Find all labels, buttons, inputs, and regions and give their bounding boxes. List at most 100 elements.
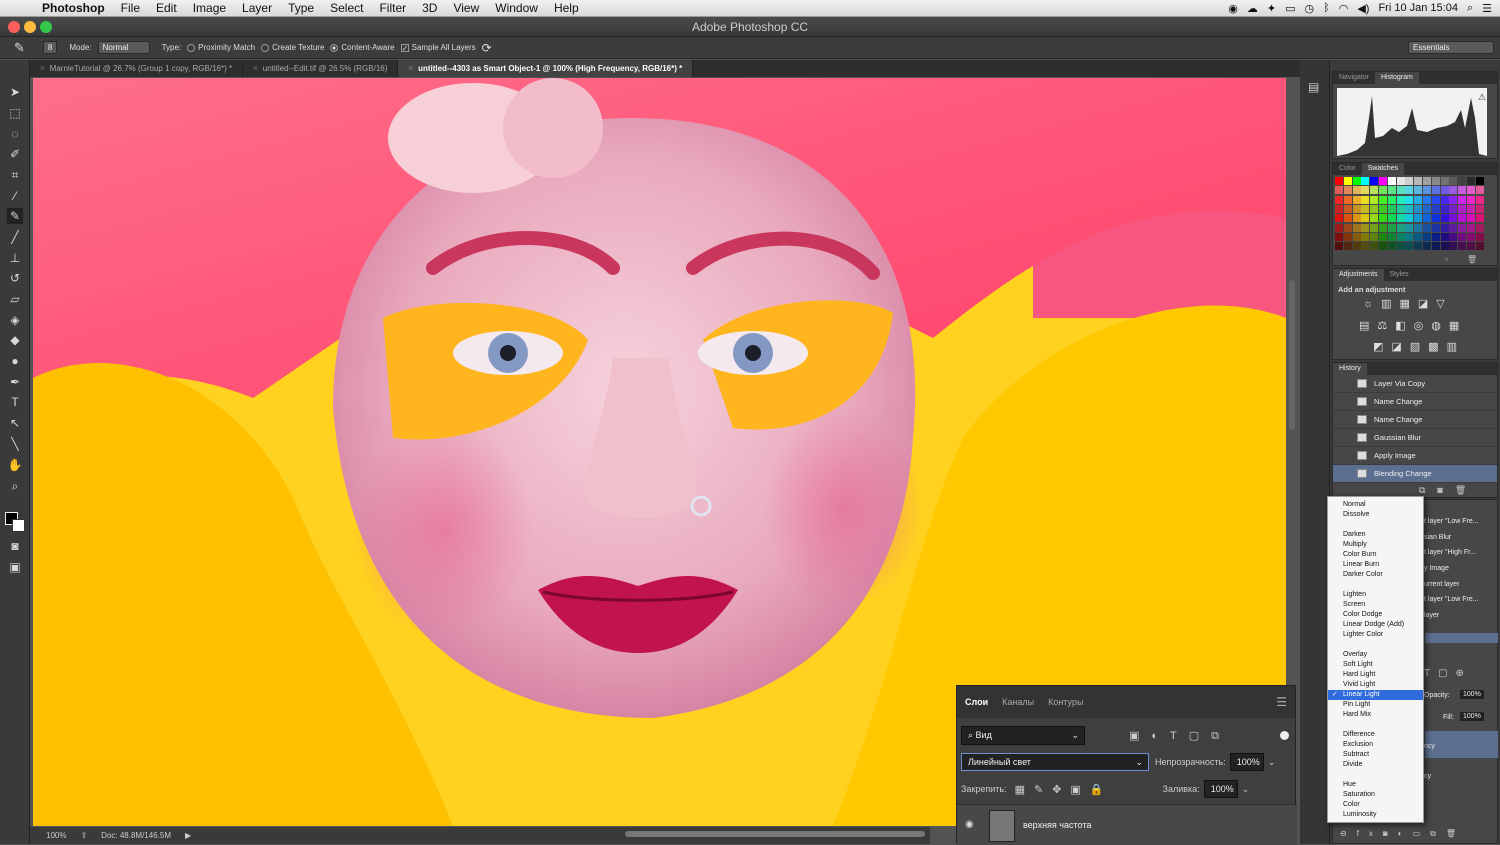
mode-select[interactable]: Normal [97, 41, 150, 54]
new-swatch-icon[interactable]: ▫ [1445, 255, 1448, 264]
swatch[interactable] [1414, 195, 1423, 204]
swatch[interactable] [1379, 223, 1387, 232]
swatch[interactable] [1449, 204, 1458, 213]
clock[interactable]: Fri 10 Jan 15:04 [1378, 2, 1458, 14]
swatch[interactable] [1361, 177, 1370, 185]
swatch[interactable] [1370, 242, 1379, 251]
adjustment-icons-row-1[interactable]: ☼▥▦◪▽ [1363, 297, 1453, 310]
quick-select-tool-icon[interactable]: ✐ [7, 146, 23, 162]
swatch[interactable] [1431, 195, 1440, 204]
swatch[interactable] [1370, 232, 1379, 241]
healing-brush-tool-icon[interactable]: ✎ [14, 40, 25, 56]
swatch[interactable] [1449, 195, 1458, 204]
swatch[interactable] [1440, 195, 1449, 204]
blend-mode-option[interactable]: Darker Color [1328, 570, 1423, 580]
layer-row[interactable]: t layer "Low Fre... [1424, 518, 1479, 525]
blur-tool-icon[interactable]: ◆ [7, 332, 23, 348]
menu-filter[interactable]: Filter [371, 1, 414, 15]
swatch[interactable] [1440, 186, 1449, 195]
blend-mode-option[interactable]: Hue [1328, 780, 1423, 790]
blend-mode-option[interactable]: Darken [1328, 530, 1423, 540]
swatch[interactable] [1379, 214, 1387, 223]
blend-mode-option[interactable]: Saturation [1328, 790, 1423, 800]
sample-all-checkbox[interactable]: ✓ Sample All Layers [400, 43, 476, 52]
swatch[interactable] [1440, 232, 1449, 241]
blend-mode-dropdown[interactable]: Normal Dissolve Darken Multiply Color Burn Li… [1327, 496, 1424, 823]
move-tool-icon[interactable]: ➤ [7, 84, 23, 100]
swatch[interactable] [1352, 232, 1361, 241]
layer-name[interactable]: верхняя частота [1023, 820, 1091, 830]
opacity-value[interactable]: 100% [1460, 690, 1484, 699]
swatch[interactable] [1475, 195, 1484, 204]
history-item[interactable]: Gaussian Blur [1333, 429, 1497, 447]
swatch[interactable] [1423, 232, 1431, 241]
swatch[interactable] [1396, 177, 1405, 185]
swatch[interactable] [1335, 214, 1343, 223]
blend-mode-option[interactable]: Pin Light [1328, 700, 1423, 710]
search-icon[interactable]: ⌕ [1467, 2, 1473, 15]
display-icon[interactable]: ▭ [1285, 2, 1295, 15]
pressure-icon[interactable]: ⟳ [482, 41, 492, 55]
layer-row[interactable]: layer [1424, 612, 1439, 619]
lasso-tool-icon[interactable]: ◌ [7, 126, 23, 142]
layer-footer-icons[interactable]: ⊖fx◙◐▭⧉🗑 [1340, 829, 1466, 839]
shape-tool-icon[interactable]: ╲ [7, 436, 23, 452]
swatch[interactable] [1379, 195, 1387, 204]
tab-navigator[interactable]: Navigator [1333, 72, 1375, 84]
swatch[interactable] [1423, 204, 1431, 213]
swatch[interactable] [1414, 232, 1423, 241]
swatch[interactable] [1405, 195, 1414, 204]
blend-mode-option[interactable]: Screen [1328, 600, 1423, 610]
swatch[interactable] [1467, 177, 1475, 185]
crop-tool-icon[interactable]: ⌗ [7, 167, 23, 183]
menu-file[interactable]: File [113, 1, 148, 15]
content-aware-radio[interactable]: Content-Aware [330, 43, 395, 52]
tab-swatches[interactable]: Swatches [1361, 163, 1405, 175]
swatch[interactable] [1458, 232, 1467, 241]
swatch[interactable] [1414, 214, 1423, 223]
swatch[interactable] [1352, 186, 1361, 195]
type-tool-icon[interactable]: T [7, 394, 23, 410]
swatch[interactable] [1361, 195, 1370, 204]
blend-mode-option[interactable]: Multiply [1328, 540, 1423, 550]
swatch[interactable] [1335, 204, 1343, 213]
tab-channels[interactable]: Каналы [1002, 697, 1034, 707]
swatch[interactable] [1335, 186, 1343, 195]
adjustment-icons-row-3[interactable]: ◩◪▨▩▥ [1373, 340, 1465, 353]
tab-histogram[interactable]: Histogram [1374, 72, 1419, 84]
history-footer-icons[interactable]: ⧉◙🗑 [1419, 485, 1478, 496]
brush-tool-icon[interactable]: ╱ [7, 229, 23, 245]
swatch[interactable] [1431, 214, 1440, 223]
bucket-tool-icon[interactable]: ◈ [7, 312, 23, 328]
tab-styles[interactable]: Styles [1384, 269, 1415, 281]
swatch[interactable] [1440, 223, 1449, 232]
swatch[interactable] [1352, 223, 1361, 232]
path-select-tool-icon[interactable]: ↖ [7, 415, 23, 431]
healing-tool-icon[interactable]: ✎ [7, 208, 23, 224]
blend-mode-option[interactable]: Overlay [1328, 650, 1423, 660]
swatch[interactable] [1343, 186, 1352, 195]
blend-mode-option[interactable]: Linear Light [1328, 690, 1423, 700]
swatch[interactable] [1387, 214, 1396, 223]
layer-row[interactable]: sian Blur [1424, 534, 1451, 541]
swatch[interactable] [1396, 223, 1405, 232]
swatch[interactable] [1431, 186, 1440, 195]
swatch[interactable] [1414, 242, 1423, 251]
brush-size-picker[interactable]: 8 [42, 41, 58, 54]
menu-image[interactable]: Image [185, 1, 234, 15]
blend-mode-option[interactable]: Color Dodge [1328, 610, 1423, 620]
cloud-icon[interactable]: ☁ [1247, 2, 1258, 15]
swatch[interactable] [1475, 223, 1484, 232]
panel-menu-icon[interactable]: ☰ [1276, 695, 1287, 709]
swatch[interactable] [1449, 242, 1458, 251]
history-item[interactable]: Name Change [1333, 393, 1497, 411]
swatch[interactable] [1467, 242, 1475, 251]
layer-row[interactable]: t layer "High Fr... [1424, 549, 1476, 556]
canvas-horizontal-scrollbar[interactable] [625, 831, 925, 837]
swatch[interactable] [1423, 242, 1431, 251]
swatch[interactable] [1352, 195, 1361, 204]
swatch[interactable] [1352, 204, 1361, 213]
blend-mode-option[interactable]: Exclusion [1328, 740, 1423, 750]
blend-mode-option[interactable]: Lighten [1328, 590, 1423, 600]
swatch[interactable] [1361, 232, 1370, 241]
